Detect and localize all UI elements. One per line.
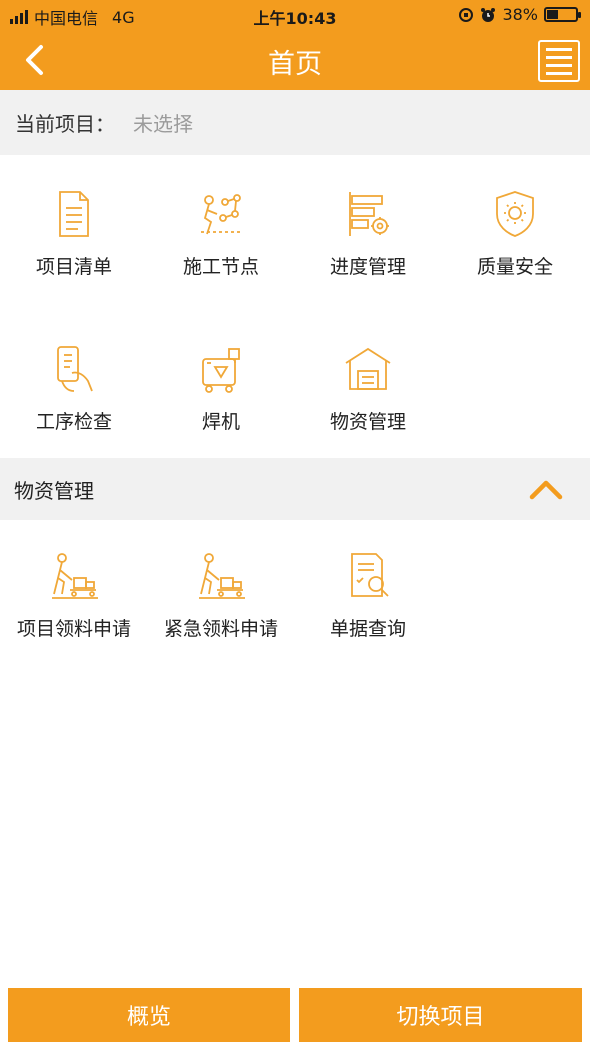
tile-urgent-requisition[interactable]: 紧急领料申请 xyxy=(147,520,295,660)
rotation-lock-icon xyxy=(459,7,474,22)
section-title: 物资管理 xyxy=(14,478,94,503)
menu-line xyxy=(546,47,572,51)
menu-button[interactable] xyxy=(538,40,580,82)
warehouse-icon xyxy=(345,347,391,390)
tile-process-inspection[interactable]: 工序检查 xyxy=(0,313,148,453)
alarm-icon xyxy=(481,7,496,22)
tile-label: 物资管理 xyxy=(329,411,406,433)
tile-label: 质量安全 xyxy=(476,256,553,278)
tile-quality-safety[interactable]: 质量安全 xyxy=(441,158,589,298)
tile-project-requisition[interactable]: 项目领料申请 xyxy=(0,520,148,660)
tile-label: 单据查询 xyxy=(329,618,406,640)
overview-button[interactable]: 概览 xyxy=(8,988,290,1042)
tile-label: 项目领料申请 xyxy=(16,618,131,640)
section-header-materials[interactable]: 物资管理 xyxy=(0,458,590,520)
phone-hand-icon xyxy=(57,346,93,392)
battery-icon xyxy=(544,7,581,22)
tile-material-management[interactable]: 物资管理 xyxy=(294,313,442,453)
menu-line xyxy=(546,63,572,67)
shield-sun-icon xyxy=(496,191,534,237)
battery-fill xyxy=(547,10,559,19)
bottom-bar: 概览 切换项目 xyxy=(0,984,590,1048)
top-header: 中国电信 4G 上午10:43 38% 首页 xyxy=(0,0,590,90)
tile-construction-node[interactable]: 施工节点 xyxy=(147,158,295,298)
tile-label: 焊机 xyxy=(201,411,240,433)
current-project-value: 未选择 xyxy=(133,112,193,136)
menu-line xyxy=(546,55,572,59)
tile-label: 项目清单 xyxy=(35,256,112,278)
document-list-icon xyxy=(59,191,89,237)
welder-machine-icon xyxy=(202,348,240,393)
tile-label: 紧急领料申请 xyxy=(163,618,278,640)
construction-node-icon xyxy=(201,194,241,235)
status-right: 38% xyxy=(458,5,581,24)
document-search-icon xyxy=(351,553,389,597)
worker-cart-icon xyxy=(199,553,245,599)
tile-document-query[interactable]: 单据查询 xyxy=(294,520,442,660)
menu-line xyxy=(546,71,572,75)
page-title: 首页 xyxy=(268,49,322,80)
nav-bar: 首页 xyxy=(0,30,590,90)
tile-welder[interactable]: 焊机 xyxy=(147,313,295,453)
tile-progress-management[interactable]: 进度管理 xyxy=(294,158,442,298)
tile-label: 工序检查 xyxy=(35,411,112,433)
switch-project-button[interactable]: 切换项目 xyxy=(299,988,582,1042)
worker-cart-icon xyxy=(52,553,98,599)
tile-project-list[interactable]: 项目清单 xyxy=(0,158,148,298)
tile-label: 施工节点 xyxy=(182,256,259,278)
status-bar: 中国电信 4G 上午10:43 38% xyxy=(0,0,590,30)
progress-gear-icon xyxy=(349,192,389,236)
tile-label: 进度管理 xyxy=(329,256,406,278)
current-project-label: 当前项目： xyxy=(15,112,115,136)
current-project-bar[interactable]: 当前项目： 未选择 xyxy=(0,90,590,155)
battery-percent: 38% xyxy=(502,5,538,24)
chevron-up-icon[interactable] xyxy=(528,475,564,503)
